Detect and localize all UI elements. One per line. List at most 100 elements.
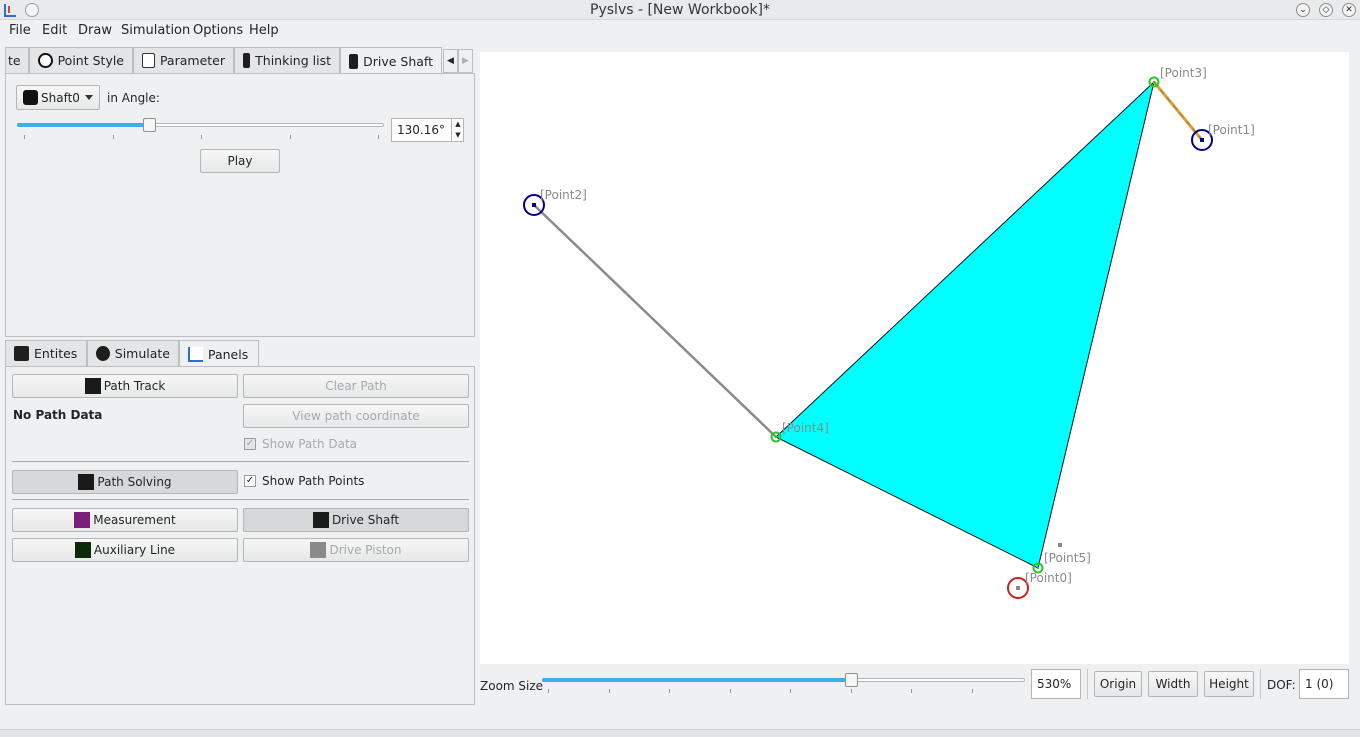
divider [12, 461, 469, 462]
view-path-coordinate-button[interactable]: View path coordinate [243, 404, 469, 428]
tab-point-style[interactable]: Point Style [29, 47, 133, 73]
panels-icon [188, 346, 203, 362]
title-bar: Pyslvs - [New Workbook]* ⌄ ◇ ✕ [0, 0, 1360, 20]
measurement-icon [74, 512, 91, 528]
tab-panels[interactable]: Panels [179, 340, 259, 367]
height-label: Height [1209, 677, 1249, 691]
angle-slider-ticks [17, 135, 384, 139]
tab-label: Panels [208, 346, 249, 362]
path-solving-icon [78, 474, 95, 490]
zoom-slider-fill [542, 678, 851, 682]
no-path-data-label: No Path Data [13, 408, 103, 422]
tab-label: Drive Shaft [363, 53, 433, 69]
path-track-icon [84, 378, 101, 394]
point1-label: [Point1] [1208, 123, 1255, 137]
angle-value: 130.16° [397, 123, 445, 137]
spin-up-icon[interactable]: ▲ [451, 119, 464, 130]
measurement-button[interactable]: Measurement [12, 508, 238, 532]
drive-shaft-panel: Shaft0 in Angle: 130.16° ▲ ▼ Play [5, 73, 475, 337]
shaft-select-value: Shaft0 [41, 90, 80, 105]
tab-parameter[interactable]: Parameter [133, 47, 234, 73]
simulate-icon [96, 346, 110, 361]
minimize-button[interactable]: ⌄ [1296, 3, 1310, 17]
angle-slider[interactable] [17, 118, 384, 141]
height-button[interactable]: Height [1204, 671, 1254, 697]
tab-scroll-left-icon[interactable]: ◀ [443, 49, 458, 73]
path-solving-button[interactable]: Path Solving [12, 470, 238, 494]
menu-file[interactable]: File [9, 23, 31, 38]
point-style-icon [38, 53, 53, 68]
zoom-input[interactable]: 530% [1031, 669, 1081, 699]
drive-piston-button[interactable]: Drive Piston [243, 538, 469, 562]
drive-shaft-button[interactable]: Drive Shaft [243, 508, 469, 532]
separator [1260, 669, 1261, 699]
point5-marker [1058, 543, 1062, 547]
path-track-button[interactable]: Path Track [12, 374, 238, 398]
spin-down-icon[interactable]: ▼ [451, 130, 464, 141]
point2-label: [Point2] [540, 188, 587, 202]
width-label: Width [1155, 677, 1191, 691]
width-button[interactable]: Width [1148, 671, 1198, 697]
origin-button[interactable]: Origin [1094, 671, 1142, 697]
thinking-list-icon [243, 53, 251, 68]
drive-piston-icon [310, 542, 327, 558]
show-path-points-checkbox[interactable]: ✓ [244, 475, 256, 487]
zoom-bar: Zoom Size 530% Origin Width Height DOF: … [475, 665, 1360, 705]
window-title: Pyslvs - [New Workbook]* [590, 2, 770, 18]
menu-draw[interactable]: Draw [78, 23, 112, 38]
tab-label: Thinking list [255, 53, 331, 68]
mechanism-drawing: [Point2] [Point3] [Point1] [Point4] [Poi… [523, 66, 1255, 599]
play-button-label: Play [227, 154, 253, 168]
tab-truncated[interactable]: te [5, 47, 29, 73]
zoom-slider-ticks [542, 689, 1025, 693]
zoom-slider[interactable] [542, 673, 1025, 695]
angle-label: in Angle: [107, 91, 160, 105]
bottom-tab-bar: Entites Simulate Panels [5, 340, 475, 367]
zoom-size-label: Zoom Size [480, 679, 544, 693]
menu-options[interactable]: Options [193, 23, 243, 38]
separator [1087, 669, 1088, 699]
tab-label: Simulate [114, 346, 170, 361]
point5-label: [Point5] [1044, 551, 1091, 565]
zoom-slider-handle[interactable] [845, 673, 858, 687]
close-button[interactable]: ✕ [1342, 3, 1356, 17]
tab-label: Entites [34, 346, 78, 361]
point0-label: [Point0] [1025, 571, 1072, 585]
tab-entities[interactable]: Entites [5, 340, 87, 366]
clear-path-button[interactable]: Clear Path [243, 374, 469, 398]
origin-label: Origin [1099, 677, 1137, 691]
drive-shaft-icon [312, 512, 329, 528]
point3-joint[interactable] [1148, 76, 1160, 88]
menu-edit[interactable]: Edit [42, 23, 67, 38]
tab-label: Point Style [57, 53, 124, 68]
tab-drive-shaft[interactable]: Drive Shaft [340, 47, 442, 74]
maximize-button[interactable]: ◇ [1319, 3, 1333, 17]
angle-spinbox[interactable]: 130.16° ▲ ▼ [391, 118, 464, 142]
divider [12, 499, 469, 500]
parameter-icon [142, 53, 155, 68]
tab-label: te [8, 53, 21, 68]
tab-thinking-list[interactable]: Thinking list [234, 47, 340, 73]
show-path-data-label: Show Path Data [262, 437, 358, 451]
show-path-data-checkbox[interactable]: ✓ [244, 438, 256, 450]
panels-panel: Path Track Clear Path No Path Data View … [5, 366, 475, 705]
entities-icon [14, 346, 29, 361]
tab-scroll-right-icon[interactable]: ▶ [458, 49, 473, 73]
view-path-coordinate-label: View path coordinate [292, 409, 420, 423]
auxiliary-line-icon [74, 542, 91, 558]
auxiliary-line-label: Auxiliary Line [93, 543, 176, 557]
angle-slider-handle[interactable] [143, 118, 156, 132]
shaft-select[interactable]: Shaft0 [16, 85, 100, 110]
dof-field: 1 (0) [1299, 669, 1349, 699]
path-solving-label: Path Solving [97, 475, 172, 489]
menu-simulation[interactable]: Simulation [121, 23, 190, 38]
tab-simulate[interactable]: Simulate [87, 340, 179, 366]
point4-label: [Point4] [782, 421, 829, 435]
chevron-down-icon [85, 95, 93, 100]
auxiliary-line-button[interactable]: Auxiliary Line [12, 538, 238, 562]
play-button[interactable]: Play [200, 149, 280, 173]
drive-shaft-label: Drive Shaft [331, 513, 400, 527]
shaft-icon [23, 90, 38, 105]
menu-help[interactable]: Help [249, 23, 279, 38]
mechanism-canvas[interactable]: [Point2] [Point3] [Point1] [Point4] [Poi… [480, 52, 1349, 664]
